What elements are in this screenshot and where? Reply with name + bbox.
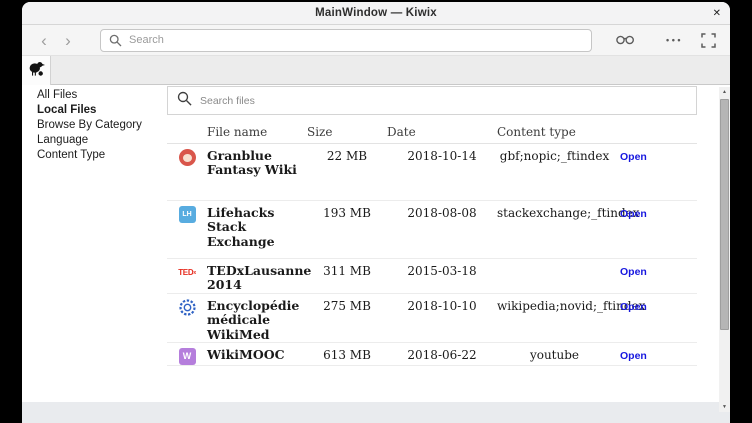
table-row: LH Lifehacks Stack Exchange 193 MB 2018-… xyxy=(167,201,697,259)
open-link[interactable]: Open xyxy=(620,208,647,220)
file-content-type xyxy=(497,259,612,293)
kiwix-bird-icon xyxy=(28,61,45,81)
file-content-type: wikipedia;novid;_ftindex xyxy=(497,294,612,342)
file-size: 613 MB xyxy=(307,343,387,365)
table-header: File name Size Date Content type xyxy=(167,123,697,144)
column-size[interactable]: Size xyxy=(307,123,387,139)
file-content-type: stackexchange;_ftindex xyxy=(497,201,612,258)
column-date[interactable]: Date xyxy=(387,123,497,139)
file-name: Granblue Fantasy Wiki xyxy=(207,144,307,200)
column-content-type[interactable]: Content type xyxy=(497,123,612,139)
ted-badge-icon: TEDx xyxy=(167,259,207,293)
file-size: 275 MB xyxy=(307,294,387,342)
close-icon[interactable]: ✕ xyxy=(713,2,721,24)
tab-library[interactable] xyxy=(22,56,51,85)
open-link[interactable]: Open xyxy=(620,350,647,362)
file-date: 2018-08-08 xyxy=(387,201,497,258)
reading-glasses-icon[interactable] xyxy=(615,34,636,46)
column-file-name[interactable]: File name xyxy=(207,123,307,139)
overflow-menu-icon[interactable]: ••• xyxy=(666,35,683,45)
granblue-badge-icon xyxy=(167,144,207,200)
scroll-down-icon[interactable]: ▼ xyxy=(719,402,730,412)
toolbar-search-input[interactable] xyxy=(129,34,583,46)
table-row: Granblue Fantasy Wiki 22 MB 2018-10-14 g… xyxy=(167,144,697,201)
vertical-scrollbar[interactable]: ▲ ▼ xyxy=(719,87,730,412)
wikimed-badge-icon xyxy=(167,294,207,342)
file-name: WikiMOOC xyxy=(207,343,307,365)
kiwix-window: MainWindow — Kiwix ✕ ‹ › ••• xyxy=(22,2,730,423)
column-icon xyxy=(167,123,207,139)
search-icon xyxy=(177,91,192,111)
table-row: Encyclopédie médicale WikiMed 275 MB 201… xyxy=(167,294,697,343)
open-link[interactable]: Open xyxy=(620,151,647,163)
back-button[interactable]: ‹ xyxy=(32,32,56,49)
file-date: 2018-10-10 xyxy=(387,294,497,342)
file-size: 193 MB xyxy=(307,201,387,258)
sidebar-item-local-files[interactable]: Local Files xyxy=(22,103,165,118)
file-content-type: gbf;nopic;_ftindex xyxy=(497,144,612,200)
file-name: TEDxLausanne 2014 xyxy=(207,259,307,293)
forward-button[interactable]: › xyxy=(56,32,80,49)
sidebar-item-content-type[interactable]: Content Type xyxy=(22,148,165,163)
toolbar-actions: ••• xyxy=(615,33,716,48)
sidebar-item-all-files[interactable]: All Files xyxy=(22,88,165,103)
file-name: Lifehacks Stack Exchange xyxy=(207,201,307,258)
column-actions xyxy=(612,123,697,139)
sidebar-item-browse-by-category[interactable]: Browse By Category xyxy=(22,118,165,133)
open-link[interactable]: Open xyxy=(620,266,647,278)
title-bar: MainWindow — Kiwix ✕ xyxy=(22,2,730,25)
file-name: Encyclopédie médicale WikiMed xyxy=(207,294,307,342)
file-content-type: youtube xyxy=(497,343,612,365)
files-search-box[interactable] xyxy=(167,86,697,115)
files-search-input[interactable] xyxy=(200,95,687,107)
tab-bar xyxy=(22,56,730,85)
window-title: MainWindow — Kiwix xyxy=(315,7,437,19)
toolbar: ‹ › ••• xyxy=(22,25,730,56)
sidebar-item-language[interactable]: Language xyxy=(22,133,165,148)
wikimooc-badge-icon: W xyxy=(167,343,207,365)
open-link[interactable]: Open xyxy=(620,301,647,313)
table-row: W WikiMOOC 613 MB 2018-06-22 youtube Ope… xyxy=(167,343,697,366)
file-date: 2018-06-22 xyxy=(387,343,497,365)
scrollbar-thumb[interactable] xyxy=(720,99,729,330)
file-size: 22 MB xyxy=(307,144,387,200)
files-pane: File name Size Date Content type Granblu… xyxy=(165,85,730,402)
fullscreen-icon[interactable] xyxy=(701,33,716,48)
toolbar-search-box[interactable] xyxy=(100,29,592,52)
file-date: 2015-03-18 xyxy=(387,259,497,293)
search-icon xyxy=(109,34,122,47)
window-background xyxy=(22,402,730,423)
table-row: TEDx TEDxLausanne 2014 311 MB 2015-03-18… xyxy=(167,259,697,294)
lifehacks-badge-icon: LH xyxy=(167,201,207,258)
content-area: All Files Local Files Browse By Category… xyxy=(22,85,730,402)
scroll-up-icon[interactable]: ▲ xyxy=(719,87,730,97)
file-size: 311 MB xyxy=(307,259,387,293)
sidebar: All Files Local Files Browse By Category… xyxy=(22,85,165,402)
file-date: 2018-10-14 xyxy=(387,144,497,200)
